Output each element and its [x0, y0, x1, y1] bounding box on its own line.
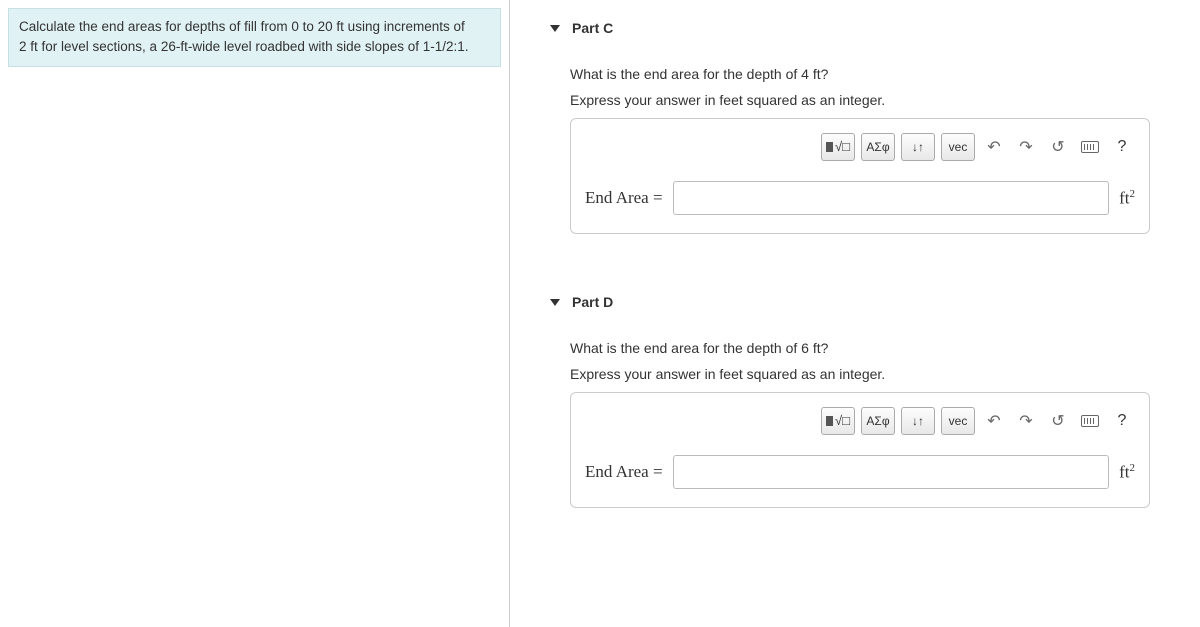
part-c-title: Part C — [572, 20, 613, 36]
greek-button[interactable]: ΑΣφ — [861, 407, 895, 435]
part-d-toolbar: √□ ΑΣφ ↓↑ vec ↶ ↷ ↺ ? — [585, 407, 1135, 435]
subscript-button[interactable]: ↓↑ — [901, 133, 935, 161]
right-panel: Part C What is the end area for the dept… — [510, 0, 1200, 627]
part-c-answer-card: √□ ΑΣφ ↓↑ vec ↶ ↷ ↺ ? End Area = — [570, 118, 1150, 234]
keyboard-button[interactable] — [1077, 407, 1103, 435]
part-d-answer-input[interactable] — [673, 455, 1110, 489]
chevron-down-icon — [550, 25, 560, 32]
keyboard-icon — [1081, 141, 1099, 153]
problem-statement: Calculate the end areas for depths of fi… — [8, 8, 501, 67]
reset-button[interactable]: ↺ — [1045, 133, 1071, 161]
part-d-answer-card: √□ ΑΣφ ↓↑ vec ↶ ↷ ↺ ? End Area = — [570, 392, 1150, 508]
help-button[interactable]: ? — [1109, 133, 1135, 161]
part-c-header[interactable]: Part C — [550, 20, 1190, 36]
vec-button[interactable]: vec — [941, 133, 975, 161]
part-c-instruction: Express your answer in feet squared as a… — [570, 92, 1190, 108]
left-panel: Calculate the end areas for depths of fi… — [0, 0, 510, 627]
part-d-instruction: Express your answer in feet squared as a… — [570, 366, 1190, 382]
part-c-question: What is the end area for the depth of 4 … — [570, 66, 1190, 82]
chevron-down-icon — [550, 299, 560, 306]
part-d: Part D What is the end area for the dept… — [550, 294, 1190, 508]
part-d-question: What is the end area for the depth of 6 … — [570, 340, 1190, 356]
problem-line-1: Calculate the end areas for depths of fi… — [19, 19, 465, 34]
help-button[interactable]: ? — [1109, 407, 1135, 435]
rect-icon — [826, 142, 833, 152]
greek-button[interactable]: ΑΣφ — [861, 133, 895, 161]
undo-button[interactable]: ↶ — [981, 133, 1007, 161]
redo-button[interactable]: ↷ — [1013, 133, 1039, 161]
undo-button[interactable]: ↶ — [981, 407, 1007, 435]
part-d-answer-label: End Area = — [585, 462, 663, 482]
root-icon: √□ — [835, 139, 850, 154]
part-c-toolbar: √□ ΑΣφ ↓↑ vec ↶ ↷ ↺ ? — [585, 133, 1135, 161]
keyboard-icon — [1081, 415, 1099, 427]
templates-button[interactable]: √□ — [821, 407, 855, 435]
templates-button[interactable]: √□ — [821, 133, 855, 161]
reset-button[interactable]: ↺ — [1045, 407, 1071, 435]
part-c: Part C What is the end area for the dept… — [550, 20, 1190, 234]
subscript-button[interactable]: ↓↑ — [901, 407, 935, 435]
vec-button[interactable]: vec — [941, 407, 975, 435]
redo-button[interactable]: ↷ — [1013, 407, 1039, 435]
rect-icon — [826, 416, 833, 426]
keyboard-button[interactable] — [1077, 133, 1103, 161]
part-c-answer-label: End Area = — [585, 188, 663, 208]
part-c-answer-input[interactable] — [673, 181, 1110, 215]
part-d-answer-unit: ft2 — [1119, 462, 1135, 483]
problem-line-2: 2 ft for level sections, a 26-ft-wide le… — [19, 39, 469, 54]
root-icon: √□ — [835, 413, 850, 428]
part-d-header[interactable]: Part D — [550, 294, 1190, 310]
part-d-title: Part D — [572, 294, 613, 310]
part-c-answer-unit: ft2 — [1119, 188, 1135, 209]
